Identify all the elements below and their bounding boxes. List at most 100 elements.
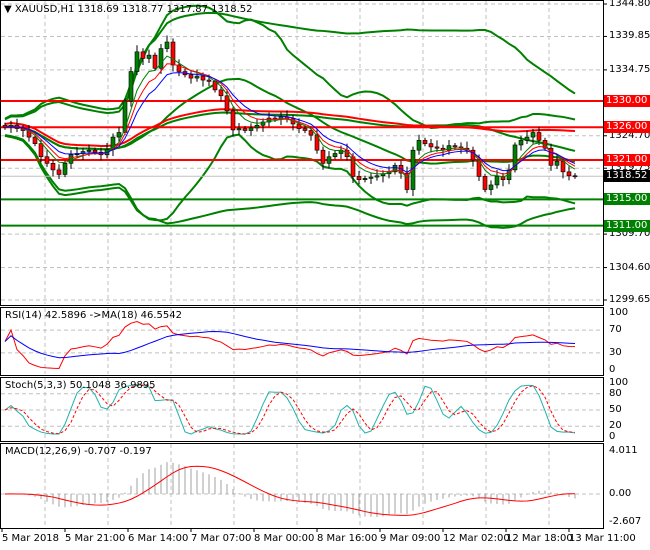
candle-bearish [170,41,176,66]
close-value: 1318.52 [211,4,253,15]
price-axis-label: 1334.75 [609,63,650,75]
candle-bullish [518,140,524,146]
candle-bearish [434,146,440,149]
candle-bearish [356,176,362,180]
candle-bullish [194,75,200,79]
time-axis-label: 9 Mar 09:00 [380,533,441,544]
candle-bullish [494,176,500,186]
candle-bearish [188,74,194,79]
candle-bullish [164,41,170,49]
candle-bullish [488,184,494,190]
candle-bearish [560,161,566,173]
time-axis-label: 5 Mar 2018 [2,533,60,544]
axis-label: 30 [609,346,622,358]
level-price-tag: 1315.00 [604,193,650,206]
candle-bearish [218,89,224,97]
axis-label: 4.011 [609,445,638,456]
price-axis-label: 1299.65 [609,294,650,305]
rsi-ma-line [4,330,576,359]
candle-bearish [536,132,542,141]
axis-label: 50 [609,404,622,415]
price-axis-label: 1304.60 [609,261,650,273]
time-axis-label: 12 Mar 18:00 [506,533,573,544]
candle-bearish [38,143,44,158]
candle-bearish [572,175,578,178]
axis-label: 70 [609,324,622,336]
candle-bullish [326,156,332,164]
candle-bearish [206,79,212,82]
candle-bullish [374,175,380,178]
candle-bullish [362,178,368,180]
candle-bearish [320,149,326,164]
axis-label: 80 [609,387,622,399]
candle-bullish [116,132,122,138]
ma-red-line [4,63,576,177]
candle-bearish [452,145,458,148]
candle-bearish [56,169,62,175]
candle-bearish [230,110,236,131]
bollinger-band-long-upper [4,11,576,120]
candle-bearish [428,143,434,148]
candle-bearish [200,75,206,81]
candle-bullish [368,176,374,179]
candle-bearish [32,136,38,144]
axis-label: 0.00 [609,488,632,500]
open-value: 1318.69 [77,4,119,15]
axis-label: 100 [609,377,629,388]
symbol-header: ▼ XAUUSD,H1 1318.69 1318.77 1317.87 1318… [4,4,253,16]
time-axis-label: 8 Mar 16:00 [317,533,378,544]
candle-bearish [140,51,146,59]
price-axis-label: 1339.85 [609,30,650,42]
axis-label: 0 [609,364,616,375]
current-price-tag: 1318.52 [604,170,650,183]
level-price-tag: 1326.00 [604,121,650,134]
candle-bullish [416,140,422,151]
time-axis-label: 8 Mar 00:00 [254,533,315,544]
time-axis-label: 12 Mar 02:00 [443,533,510,544]
low-value: 1317.87 [166,4,208,15]
axis-label: -2.607 [609,516,642,527]
candle-bullish [524,136,530,141]
candle-bearish [50,163,56,171]
candle-bullish [134,51,140,72]
candle-bearish [44,156,50,164]
level-price-tag: 1330.00 [604,95,650,108]
time-axis-label: 13 Mar 11:00 [569,533,636,544]
macd-signal-line [4,465,576,516]
candle-bullish [236,128,242,131]
candle-bullish [128,71,134,102]
candle-bearish [566,171,572,177]
candle-bullish [554,161,560,166]
symbol-label: XAUUSD,H1 [14,4,75,15]
axis-label: 20 [609,420,622,432]
stoch-label: Stoch(5,3,3) 50.1048 36.9895 [5,380,156,391]
level-price-tag: 1321.00 [604,154,650,167]
candle-bullish [254,124,260,129]
candle-bullish [146,54,152,59]
bollinger-band-short-upper [4,4,576,129]
candle-bullish [530,132,536,138]
candle-bullish [332,153,338,158]
dropdown-triangle-icon[interactable]: ▼ [4,4,12,15]
candle-bearish [482,176,488,190]
candle-bullish [248,127,254,131]
candle-bearish [152,54,158,69]
rsi-label: RSI(14) 42.5896 ->MA(18) 46.5542 [5,310,182,321]
candle-bearish [302,128,308,131]
time-axis-label: 5 Mar 21:00 [65,533,126,544]
macd-label: MACD(12,26,9) -0.707 -0.197 [5,446,152,457]
level-price-tag: 1311.00 [604,219,650,232]
price-axis-label: 1344.80 [609,0,650,9]
time-axis-label: 7 Mar 07:00 [191,533,252,544]
chart-canvas [0,0,607,532]
candle-bullish [62,163,68,175]
candle-bullish [86,149,92,152]
candle-bearish [422,140,428,144]
bollinger-band-short-lower [4,133,576,222]
candle-bearish [242,128,248,131]
axis-label: 0 [609,431,616,442]
candle-bearish [296,123,302,129]
time-axis-label: 6 Mar 14:00 [128,533,189,544]
high-value: 1318.77 [122,4,164,15]
candle-bearish [92,149,98,153]
